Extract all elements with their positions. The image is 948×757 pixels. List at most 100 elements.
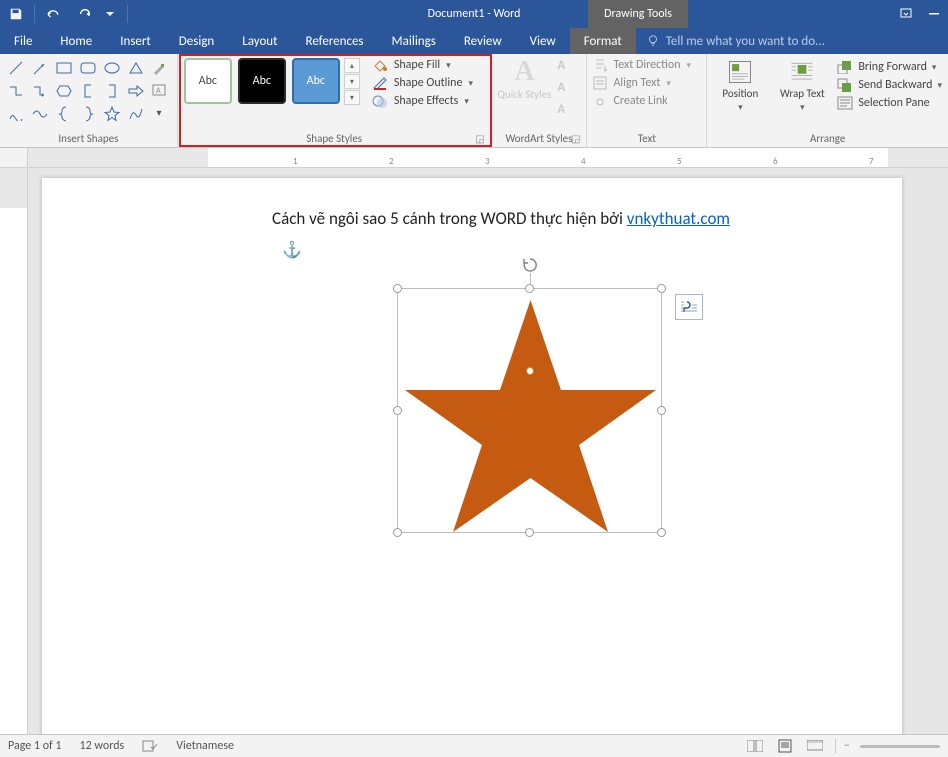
resize-handle-ne[interactable] (657, 284, 666, 293)
send-backward-button[interactable]: Send Backward▾ (837, 78, 942, 92)
view-print-button[interactable] (775, 738, 795, 754)
tab-file[interactable]: File (0, 28, 46, 54)
document-page[interactable]: Cách vẽ ngôi sao 5 cánh trong WORD thực … (42, 178, 902, 734)
text-fill-button[interactable]: A (557, 58, 573, 76)
gallery-more-button[interactable]: ▾ (344, 90, 360, 105)
shapes-gallery[interactable] (6, 58, 146, 124)
star-shape[interactable] (398, 292, 663, 537)
view-web-button[interactable] (805, 738, 825, 754)
status-language[interactable]: Vietnamese (176, 739, 234, 753)
shape-roundrect-icon[interactable] (78, 58, 98, 78)
shape-freeform-icon[interactable] (126, 104, 146, 124)
shape-fill-button[interactable]: Shape Fill▾ (372, 58, 473, 72)
style-preview-3[interactable]: Abc (292, 58, 340, 104)
shape-line-icon[interactable] (6, 58, 26, 78)
shape-lbrace-icon[interactable] (54, 104, 74, 124)
tab-format[interactable]: Format (570, 28, 636, 54)
undo-icon (45, 7, 61, 21)
ribbon-options-button[interactable] (892, 0, 920, 28)
style-preview-2[interactable]: Abc (238, 58, 286, 104)
tab-layout[interactable]: Layout (228, 28, 291, 54)
shape-lbracket-icon[interactable] (78, 81, 98, 101)
position-button[interactable]: Position ▾ (713, 58, 767, 113)
rotate-handle[interactable] (522, 257, 538, 273)
resize-handle-w[interactable] (393, 406, 402, 415)
text-box-button[interactable]: A (150, 80, 168, 100)
view-read-button[interactable] (745, 738, 765, 754)
shape-arrow-icon[interactable] (30, 58, 50, 78)
shape-rbrace-icon[interactable] (78, 104, 98, 124)
text-effects-button[interactable]: A (557, 102, 573, 120)
ribbon: A ▾ Insert Shapes Abc Abc Abc ▴ ▾ ▾ Shap… (0, 54, 948, 148)
text-direction-button[interactable]: Text Direction▾ (593, 58, 691, 72)
shape-rect-icon[interactable] (54, 58, 74, 78)
redo-button[interactable] (69, 0, 101, 28)
anchor-icon[interactable]: ⚓ (282, 240, 302, 260)
shape-styles-launcher[interactable]: ◲ (475, 132, 484, 145)
tab-insert[interactable]: Insert (106, 28, 165, 54)
shape-styles-gallery[interactable]: Abc Abc Abc (184, 58, 340, 104)
group-insert-shapes: A ▾ Insert Shapes (0, 54, 178, 148)
save-button[interactable] (0, 0, 32, 28)
shape-star-icon[interactable] (102, 104, 122, 124)
style-preview-1[interactable]: Abc (184, 58, 232, 104)
group-arrange: Position ▾ Wrap Text ▾ Bring Forward▾ Se… (707, 54, 948, 148)
ruler-vertical[interactable] (0, 168, 28, 734)
shape-wave-icon[interactable] (30, 104, 50, 124)
contextual-tab-label: Drawing Tools (588, 0, 688, 28)
resize-handle-e[interactable] (657, 406, 666, 415)
wordart-launcher[interactable]: ◲ (571, 132, 580, 145)
document-link[interactable]: vnkythuat.com (627, 208, 730, 229)
document-scroll[interactable]: Cách vẽ ngôi sao 5 cánh trong WORD thực … (28, 168, 948, 734)
create-link-button[interactable]: Create Link (593, 94, 691, 108)
bring-forward-button[interactable]: Bring Forward▾ (837, 60, 942, 74)
tab-design[interactable]: Design (165, 28, 228, 54)
tab-home[interactable]: Home (46, 28, 106, 54)
group-text: Text Direction▾ Align Text▾ Create Link … (587, 54, 707, 148)
text-outline-button[interactable]: A (557, 80, 573, 98)
quick-styles-button[interactable]: A Quick Styles (498, 58, 552, 101)
tab-review[interactable]: Review (450, 28, 516, 54)
wrap-text-button[interactable]: Wrap Text ▾ (775, 58, 829, 113)
shapes-expand-button[interactable]: ▾ (150, 102, 168, 122)
undo-button[interactable] (37, 0, 69, 28)
tab-references[interactable]: References (292, 28, 378, 54)
status-page[interactable]: Page 1 of 1 (8, 739, 62, 753)
shape-triangle-icon[interactable] (126, 58, 146, 78)
status-spellcheck-icon[interactable] (142, 739, 158, 753)
chevron-down-icon (106, 10, 114, 18)
gallery-up-button[interactable]: ▴ (344, 58, 360, 73)
resize-handle-sw[interactable] (393, 528, 402, 537)
shape-outline-button[interactable]: Shape Outline▾ (372, 76, 473, 90)
document-text[interactable]: Cách vẽ ngôi sao 5 cánh trong WORD thực … (272, 208, 862, 229)
zoom-slider[interactable] (860, 745, 940, 748)
shape-hexagon-icon[interactable] (54, 81, 74, 101)
shape-arrow-right-icon[interactable] (126, 81, 146, 101)
shape-rbracket-icon[interactable] (102, 81, 122, 101)
shape-elbow-icon[interactable] (6, 81, 26, 101)
resize-handle-s[interactable] (525, 528, 534, 537)
gallery-down-button[interactable]: ▾ (344, 74, 360, 89)
shape-adjust-handle[interactable] (526, 367, 534, 375)
ruler-corner (0, 148, 28, 167)
shape-elbow-arrow-icon[interactable] (30, 81, 50, 101)
shape-selection-box[interactable] (397, 288, 662, 533)
layout-options-button[interactable] (675, 294, 703, 320)
edit-shape-button[interactable] (150, 58, 168, 78)
qat-more-button[interactable] (101, 0, 119, 28)
tell-me-search[interactable]: Tell me what you want to do... (636, 28, 835, 54)
resize-handle-nw[interactable] (393, 284, 402, 293)
resize-handle-se[interactable] (657, 528, 666, 537)
resize-handle-n[interactable] (525, 284, 534, 293)
tab-mailings[interactable]: Mailings (378, 28, 450, 54)
shape-curve-icon[interactable] (6, 104, 26, 124)
tab-view[interactable]: View (516, 28, 570, 54)
title-bar: Document1 - Word Drawing Tools (0, 0, 948, 28)
selection-pane-button[interactable]: Selection Pane (837, 96, 942, 110)
ruler-horizontal[interactable]: 1 2 3 4 5 6 7 (28, 148, 948, 167)
status-words[interactable]: 12 words (80, 739, 125, 753)
shape-oval-icon[interactable] (102, 58, 122, 78)
minimize-button[interactable] (920, 0, 948, 28)
shape-effects-button[interactable]: Shape Effects▾ (372, 94, 473, 108)
align-text-button[interactable]: Align Text▾ (593, 76, 691, 90)
